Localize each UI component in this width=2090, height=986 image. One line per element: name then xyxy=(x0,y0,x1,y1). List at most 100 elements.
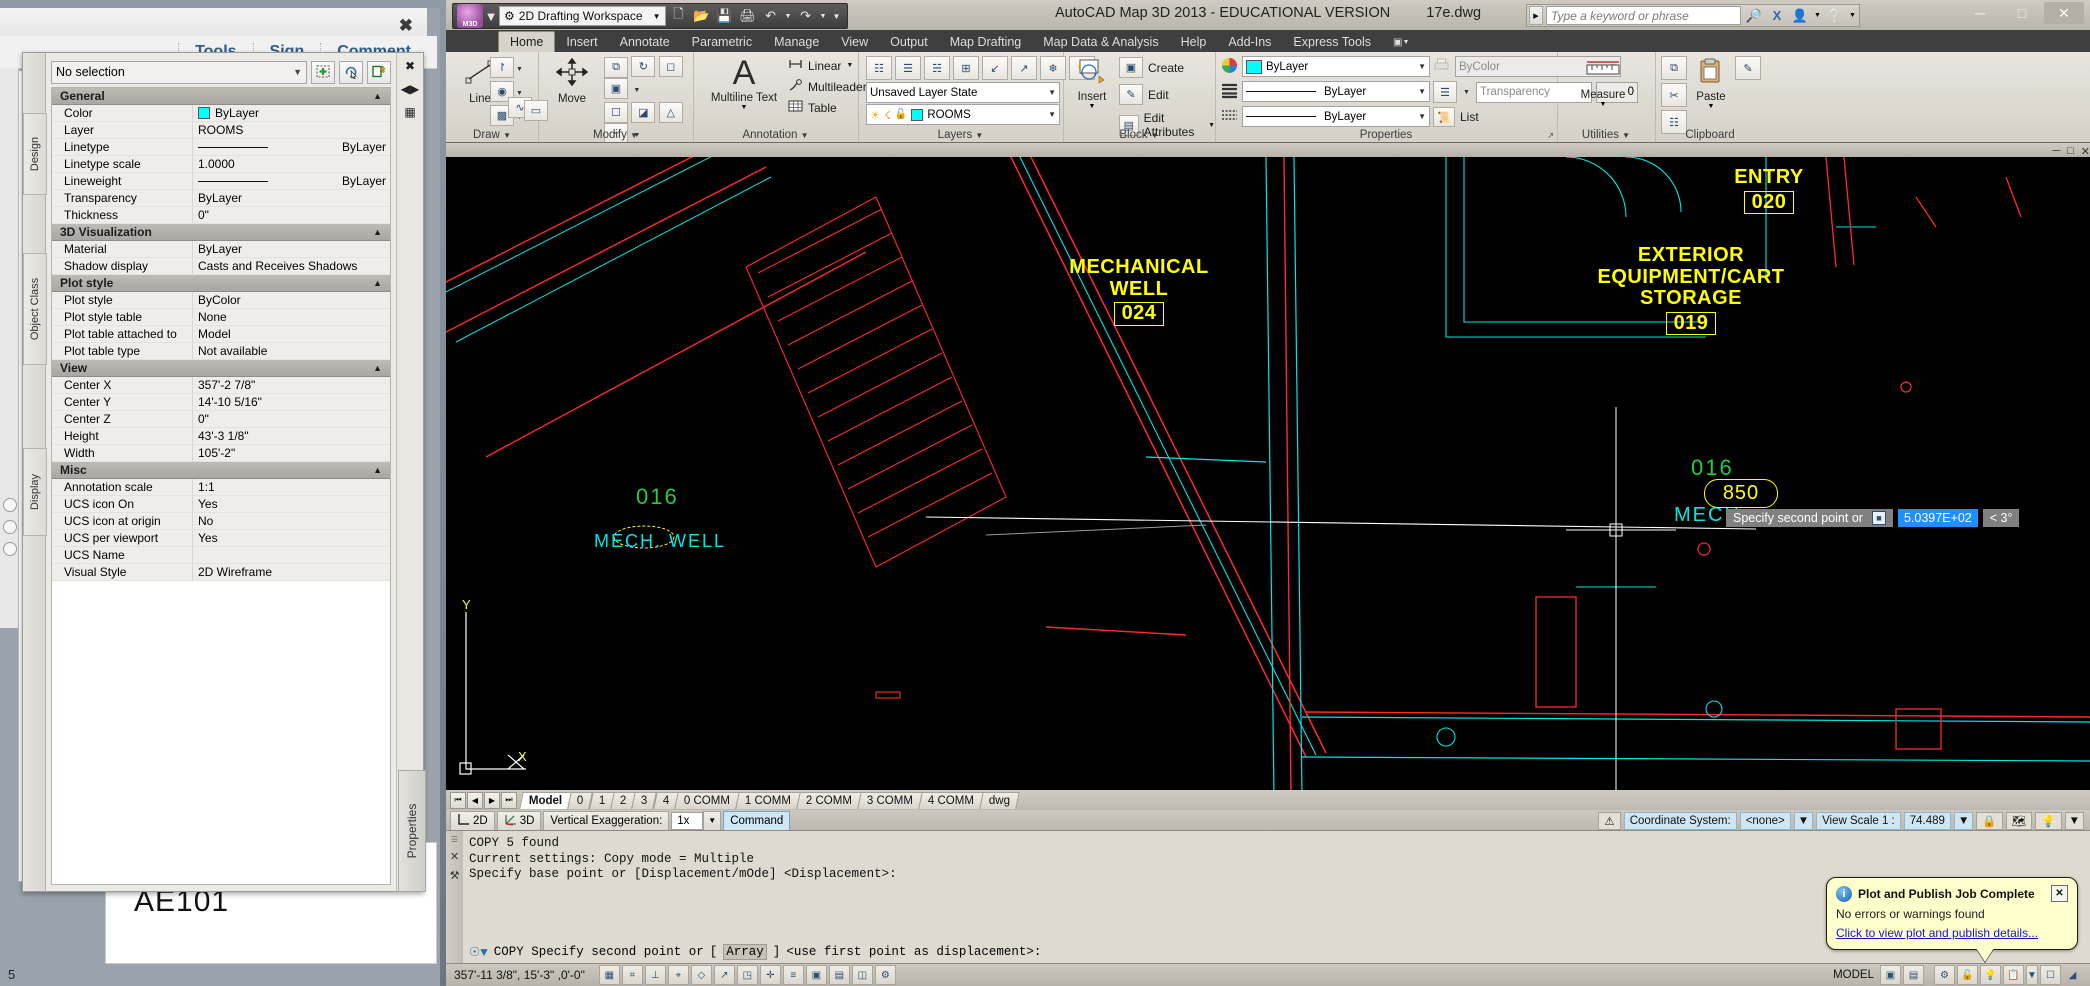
property-row[interactable]: LineweightByLayer xyxy=(52,173,390,190)
measure-button[interactable]: Measure ▼ xyxy=(1573,58,1633,108)
property-value[interactable]: ByLayer xyxy=(193,105,390,121)
layout-tab-model[interactable]: Model xyxy=(519,792,572,809)
snap-toggle[interactable]: ▦ xyxy=(599,965,620,985)
scale-icon[interactable]: ◪ xyxy=(631,102,655,123)
property-value[interactable]: 105'-2" xyxy=(193,445,390,461)
selection-combo[interactable]: No selection ▼ xyxy=(51,61,307,84)
cut-icon[interactable]: ✂ xyxy=(1661,83,1687,107)
osnap-toggle[interactable]: ◇ xyxy=(691,965,712,985)
ribbon-tab-manage[interactable]: Manage xyxy=(763,32,830,52)
linetype-combo[interactable]: ByLayer ▼ xyxy=(1242,81,1430,102)
grid-toggle[interactable]: ⌗ xyxy=(622,965,643,985)
chevron-up-icon[interactable]: ▲ xyxy=(373,465,382,475)
stretch-icon[interactable]: ☐ xyxy=(604,102,628,123)
coordinate-system-dropdown[interactable]: ▼ xyxy=(1794,812,1813,830)
palette-tab-object-class[interactable]: Object Class xyxy=(23,253,47,365)
layer-stack-icon[interactable]: ☰ xyxy=(895,56,921,80)
copy-clip-icon[interactable]: ⧉ xyxy=(1661,56,1687,80)
next-layout-button[interactable]: ▶ xyxy=(484,792,500,809)
property-value[interactable]: ByLayer xyxy=(193,190,390,206)
close-button[interactable]: ✕ xyxy=(2044,2,2084,24)
move-button[interactable]: Move xyxy=(542,58,602,105)
property-value[interactable]: No xyxy=(193,513,390,529)
property-row[interactable]: LayerROOMS xyxy=(52,122,390,139)
resize-grip-icon[interactable]: ◢ xyxy=(2063,966,2082,984)
annotation-scale-icon[interactable]: ⚙ xyxy=(1934,965,1955,985)
sc-toggle[interactable]: ◫ xyxy=(852,965,873,985)
layout-tab-2-comm[interactable]: 2 COMM xyxy=(796,792,862,809)
layer-freeze-icon[interactable]: ☇ xyxy=(884,108,891,122)
property-value[interactable]: 0" xyxy=(193,411,390,427)
property-row[interactable]: Plot table typeNot available xyxy=(52,343,390,360)
lineweight-combo[interactable]: ByLayer ▼ xyxy=(1242,106,1430,127)
coordinates-display[interactable]: 357'-11 3/8", 15'-3" ,0'-0" xyxy=(446,968,585,982)
chevron-down-icon[interactable]: ▼ xyxy=(1600,101,1607,108)
property-row[interactable]: Visual Style2D Wireframe xyxy=(52,564,390,581)
transparency-layer-icon[interactable]: ☰ xyxy=(1433,81,1457,103)
tpy-toggle[interactable]: ▣ xyxy=(806,965,827,985)
dynamic-input-angle[interactable]: < 3° xyxy=(1983,509,2020,527)
property-category-general[interactable]: General▲ xyxy=(52,88,390,105)
chevron-up-icon[interactable]: ▲ xyxy=(373,227,382,237)
property-row[interactable]: UCS icon at originNo xyxy=(52,513,390,530)
table-label[interactable]: Table xyxy=(808,101,837,115)
chevron-up-icon[interactable]: ▲ xyxy=(373,363,382,373)
property-value[interactable]: ByLayer xyxy=(193,241,390,257)
ribbon-tab-map-data-analysis[interactable]: Map Data & Analysis xyxy=(1032,32,1169,52)
chevron-down-icon[interactable]: ▼ xyxy=(801,131,809,140)
help-dropdown-icon[interactable]: ▼ xyxy=(1848,6,1857,25)
select-tool-icon[interactable] xyxy=(3,542,17,556)
signin-icon[interactable]: 👤 xyxy=(1790,6,1810,25)
arc-icon[interactable]: ↾ xyxy=(490,57,514,78)
lock-ui-icon[interactable]: 🔓 xyxy=(1957,965,1978,985)
list-label[interactable]: List xyxy=(1460,110,1479,124)
copy-icon[interactable]: ⧉ xyxy=(604,57,628,78)
clean-screen-icon[interactable]: ☐ xyxy=(2040,965,2061,985)
chevron-down-icon[interactable]: ▼ xyxy=(1151,131,1159,140)
vertical-exaggeration-value[interactable]: 1x xyxy=(671,812,703,830)
property-value[interactable]: 0" xyxy=(193,207,390,223)
ribbon-tab-insert[interactable]: Insert xyxy=(555,32,608,52)
property-value[interactable]: Not available xyxy=(193,343,390,359)
array-icon[interactable]: ▣ xyxy=(604,78,628,99)
property-row[interactable]: Annotation scale1:1 xyxy=(52,479,390,496)
create-block-label[interactable]: Create xyxy=(1148,61,1184,75)
ribbon-tab-parametric[interactable]: Parametric xyxy=(681,32,763,52)
property-row[interactable]: Shadow displayCasts and Receives Shadows xyxy=(52,258,390,275)
dynamic-input-tooltip[interactable]: Specify second point or ■ 5.0397E+02 < 3… xyxy=(1726,509,2019,527)
property-value[interactable]: 14'-10 5/16" xyxy=(193,394,390,410)
autohide-icon[interactable]: ◀▶ xyxy=(400,79,420,99)
ribbon-tab-home[interactable]: Home xyxy=(498,31,555,52)
pan-tool-icon[interactable] xyxy=(3,498,17,512)
property-value[interactable]: ByColor xyxy=(193,292,390,308)
exchange-icon[interactable]: X xyxy=(1767,6,1787,25)
select-objects-button[interactable] xyxy=(339,61,363,84)
create-block-icon[interactable]: ▣ xyxy=(1119,57,1143,78)
match-properties-icon[interactable]: ✎ xyxy=(1735,56,1761,80)
balloon-link[interactable]: Click to view plot and publish details..… xyxy=(1836,926,2068,940)
close-icon[interactable]: ✖ xyxy=(400,56,420,76)
command-tab[interactable]: Command xyxy=(723,811,790,831)
current-layer-combo[interactable]: ☀ ☇ 🔓 ROOMS ▼ xyxy=(866,104,1060,125)
property-category-plot-style[interactable]: Plot style▲ xyxy=(52,275,390,292)
layer-properties-icon[interactable]: ☷ xyxy=(866,56,892,80)
ribbon-tab-map-drafting[interactable]: Map Drafting xyxy=(939,32,1033,52)
property-value[interactable]: 357'-2 7/8" xyxy=(193,377,390,393)
ducs-toggle[interactable]: ◳ xyxy=(737,965,758,985)
layer-state-combo[interactable]: Unsaved Layer State ▼ xyxy=(866,82,1060,103)
property-category-view[interactable]: View▲ xyxy=(52,360,390,377)
minimize-button[interactable]: ─ xyxy=(1960,2,2000,24)
property-row[interactable]: Plot styleByColor xyxy=(52,292,390,309)
coordinate-system-value[interactable]: <none> xyxy=(1740,812,1791,830)
drawing-canvas[interactable]: Y X MECHANICAL WELL 024 EXTERIOR EQUIPME… xyxy=(446,157,2090,811)
chevron-up-icon[interactable]: ▲ xyxy=(373,91,382,101)
property-row[interactable]: TransparencyByLayer xyxy=(52,190,390,207)
ribbon-tab-express-tools[interactable]: Express Tools xyxy=(1282,32,1382,52)
dyn-toggle[interactable]: ✛ xyxy=(760,965,781,985)
search-icon[interactable]: 🔎 xyxy=(1744,6,1764,25)
property-value[interactable]: Yes xyxy=(193,530,390,546)
ribbon-tab-add-ins[interactable]: Add-Ins xyxy=(1217,32,1282,52)
property-category-3d-visualization[interactable]: 3D Visualization▲ xyxy=(52,224,390,241)
chevron-down-icon[interactable]: ▼ xyxy=(2026,965,2038,985)
quick-properties-button[interactable] xyxy=(367,61,391,84)
